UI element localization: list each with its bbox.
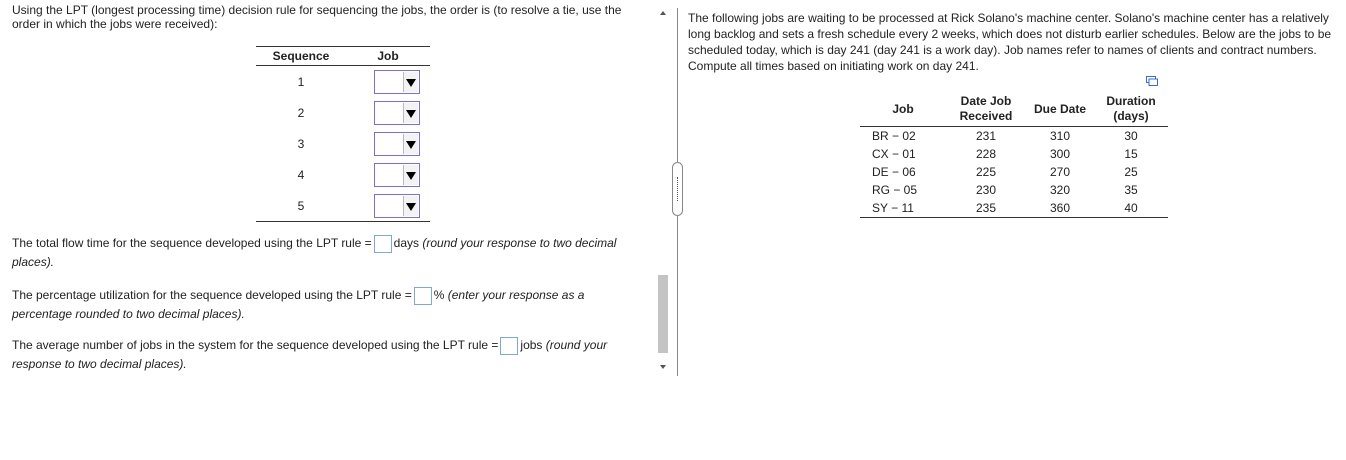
question-intro: Using the LPT (longest processing time) … [12, 3, 622, 31]
job-header: Job [346, 46, 430, 66]
table-row: 3 [256, 128, 430, 159]
date-cell: 231 [975, 129, 997, 143]
table-row: 1 [256, 66, 430, 98]
sequence-table: Sequence Job 1 2 3 4 5 [256, 46, 430, 222]
due-cell: 360 [1026, 199, 1094, 218]
due-date-header: Due Date [1026, 92, 1094, 127]
job-dropdown-4[interactable] [374, 162, 420, 187]
sequence-number: 3 [297, 136, 305, 151]
job-cell: RG − 05 [872, 183, 918, 197]
table-row: BR − 02 231 310 30 [860, 127, 1168, 146]
left-panel: Using the LPT (longest processing time) … [0, 0, 655, 460]
due-cell: 320 [1049, 183, 1071, 197]
job-dropdown-5[interactable] [374, 193, 420, 218]
table-row: 4 [256, 159, 430, 190]
copy-icon[interactable] [1146, 76, 1158, 86]
sequence-number: 4 [297, 167, 305, 182]
job-column-header: Job [860, 92, 946, 127]
due-cell: 300 [1049, 147, 1071, 161]
due-cell: 310 [1049, 129, 1071, 143]
date-cell: 225 [975, 165, 997, 179]
job-dropdown-2[interactable] [374, 100, 420, 125]
date-cell: 235 [946, 199, 1026, 218]
job-dropdown-1[interactable] [374, 69, 420, 94]
chevron-down-icon [403, 102, 418, 123]
question-utilization: The percentage utilization for the seque… [12, 286, 585, 321]
resize-handle[interactable] [672, 162, 683, 216]
job-cell: CX − 01 [872, 147, 916, 161]
duration-cell: 35 [1124, 183, 1138, 197]
average-jobs-input[interactable] [500, 336, 519, 355]
table-row: DE − 06 225 270 25 [860, 163, 1168, 181]
job-cell: BR − 02 [872, 129, 916, 143]
job-cell: DE − 06 [872, 165, 916, 179]
job-cell: SY − 11 [860, 199, 946, 218]
sequence-header: Sequence [256, 46, 346, 66]
grip-dots-icon [677, 177, 679, 201]
question-average-jobs: The average number of jobs in the system… [12, 336, 608, 371]
total-flow-time-input[interactable] [373, 234, 392, 253]
jobs-table: Job Date Job Received Due Date Duration … [860, 92, 1168, 218]
duration-cell: 40 [1094, 199, 1168, 218]
chevron-down-icon [403, 195, 418, 216]
sequence-number: 2 [297, 105, 305, 120]
duration-cell: 15 [1124, 147, 1138, 161]
duration-cell: 25 [1124, 165, 1138, 179]
utilization-input[interactable] [413, 286, 432, 305]
job-dropdown-3[interactable] [374, 131, 420, 156]
question-total-flow-time: The total flow time for the sequence dev… [12, 234, 617, 269]
table-row: 5 [256, 190, 430, 222]
scroll-down-icon[interactable] [660, 365, 666, 369]
sequence-number: 1 [297, 74, 305, 89]
date-received-header: Date Job Received [946, 92, 1026, 127]
duration-cell: 30 [1124, 129, 1138, 143]
table-row: RG − 05 230 320 35 [860, 181, 1168, 199]
duration-header: Duration (days) [1094, 92, 1168, 127]
chevron-down-icon [403, 164, 418, 185]
problem-statement: The following jobs are waiting to be pro… [688, 11, 1332, 73]
table-row: CX − 01 228 300 15 [860, 145, 1168, 163]
scrollbar-thumb[interactable] [658, 275, 668, 353]
chevron-down-icon [403, 133, 418, 154]
date-cell: 228 [975, 147, 997, 161]
table-row: 2 [256, 97, 430, 128]
sequence-number: 5 [256, 190, 346, 222]
scroll-up-icon[interactable] [660, 11, 666, 15]
table-row: SY − 11 235 360 40 [860, 199, 1168, 218]
due-cell: 270 [1049, 165, 1071, 179]
date-cell: 230 [975, 183, 997, 197]
chevron-down-icon [403, 71, 418, 92]
